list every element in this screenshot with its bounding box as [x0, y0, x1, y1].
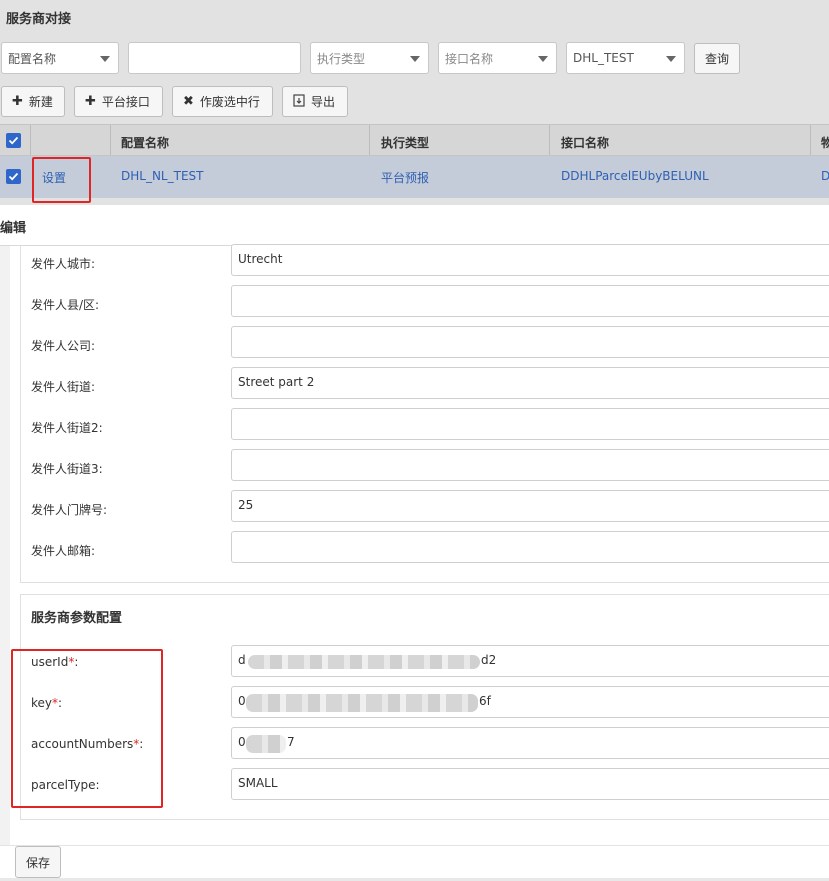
account-numbers-input[interactable]: 0 7: [231, 727, 829, 759]
column-header-interface-name[interactable]: 接口名称: [561, 134, 609, 151]
userid-value-end: d2: [481, 653, 497, 667]
highlight-box: [32, 157, 91, 203]
column-header-extra[interactable]: 物: [821, 134, 829, 151]
dialog-title: 编辑: [0, 221, 27, 236]
column-header-exec-type[interactable]: 执行类型: [381, 134, 429, 151]
sender-city-input[interactable]: Utrecht: [231, 244, 829, 276]
new-button-label: 新建: [28, 95, 53, 109]
key-value-end: 6f: [479, 694, 491, 708]
platform-interface-button-label: 平台接口: [101, 95, 150, 109]
plus-icon: ✚: [85, 94, 96, 109]
export-icon: [293, 93, 305, 110]
redacted-blur: [248, 655, 480, 669]
sender-street2-input[interactable]: [231, 408, 829, 440]
sender-street-label: 发件人街道:: [31, 380, 96, 394]
key-value-start: 0: [238, 694, 246, 708]
account-numbers-value-start: 0: [238, 735, 246, 749]
exec-type-select[interactable]: 执行类型: [310, 42, 429, 74]
redacted-blur: [246, 694, 478, 712]
sender-city-label: 发件人城市:: [31, 257, 96, 271]
exec-type-select-value: 执行类型: [317, 51, 366, 66]
sender-district-label: 发件人县/区:: [31, 298, 100, 312]
params-panel-title: 服务商参数配置: [31, 611, 123, 626]
row-config-name: DHL_NL_TEST: [121, 169, 204, 183]
platform-interface-button[interactable]: ✚ 平台接口: [74, 86, 163, 117]
column-divider: [369, 125, 370, 155]
config-name-select-value: 配置名称: [8, 51, 57, 66]
sender-house-number-label: 发件人门牌号:: [31, 503, 108, 517]
query-button[interactable]: 查询: [694, 43, 740, 74]
chevron-down-icon: [666, 56, 676, 62]
divider: [0, 845, 829, 846]
search-input[interactable]: [128, 42, 301, 74]
account-select-value: DHL_TEST: [573, 51, 634, 65]
edit-dialog: 编辑 发件人城市: Utrecht 发件人县/区: 发件人公司: 发件人街道: …: [0, 205, 829, 881]
sender-email-label: 发件人邮箱:: [31, 544, 96, 558]
sender-company-label: 发件人公司:: [31, 339, 96, 353]
account-select[interactable]: DHL_TEST: [566, 42, 685, 74]
row-checkbox[interactable]: [6, 169, 21, 184]
void-selected-button-label: 作废选中行: [199, 95, 260, 109]
select-all-checkbox[interactable]: [6, 133, 21, 148]
interface-name-select-value: 接口名称: [445, 51, 494, 66]
chevron-down-icon: [410, 56, 420, 62]
column-divider: [110, 125, 111, 155]
sender-email-input[interactable]: [231, 531, 829, 563]
account-numbers-value-end: 7: [287, 735, 295, 749]
sender-house-number-input[interactable]: 25: [231, 490, 829, 522]
config-name-select[interactable]: 配置名称: [1, 42, 119, 74]
dialog-gutter: [0, 246, 10, 846]
sender-street-input[interactable]: Street part 2: [231, 367, 829, 399]
chevron-down-icon: [538, 56, 548, 62]
column-divider: [810, 125, 811, 155]
row-exec-type: 平台预报: [381, 171, 430, 185]
userid-input[interactable]: d d2: [231, 645, 829, 677]
export-button[interactable]: 导出: [282, 86, 348, 117]
redacted-blur: [246, 735, 286, 753]
column-header-config-name[interactable]: 配置名称: [121, 134, 169, 151]
plus-icon: ✚: [12, 94, 23, 109]
list-page: 服务商对接 配置名称 执行类型 接口名称 DHL_TEST 查询 ✚ 新建 ✚ …: [0, 0, 829, 205]
sender-company-input[interactable]: [231, 326, 829, 358]
sender-street3-input[interactable]: [231, 449, 829, 481]
export-button-label: 导出: [311, 95, 336, 109]
sender-street2-label: 发件人街道2:: [31, 421, 103, 435]
new-button[interactable]: ✚ 新建: [1, 86, 65, 117]
table-row[interactable]: 设置 DHL_NL_TEST 平台预报 DDHLParcelEUbyBELUNL…: [0, 156, 829, 198]
highlight-box: [11, 649, 163, 808]
chevron-down-icon: [100, 56, 110, 62]
interface-name-select[interactable]: 接口名称: [438, 42, 557, 74]
checkmark-icon: [8, 136, 19, 145]
key-input[interactable]: 0 6f: [231, 686, 829, 718]
sender-street3-label: 发件人街道3:: [31, 462, 103, 476]
void-selected-button[interactable]: ✖ 作废选中行: [172, 86, 273, 117]
page-title: 服务商对接: [6, 12, 72, 27]
column-divider: [30, 125, 31, 155]
parcel-type-input[interactable]: SMALL: [231, 768, 829, 800]
checkmark-icon: [8, 172, 19, 181]
table-header: 配置名称 执行类型 接口名称 物: [0, 124, 829, 156]
save-button[interactable]: 保存: [15, 846, 61, 878]
sender-district-input[interactable]: [231, 285, 829, 317]
row-extra: D: [821, 169, 829, 183]
userid-value-start: d: [238, 653, 246, 667]
row-interface-name: DDHLParcelEUbyBELUNL: [561, 169, 709, 183]
close-icon: ✖: [183, 94, 194, 109]
column-divider: [549, 125, 550, 155]
